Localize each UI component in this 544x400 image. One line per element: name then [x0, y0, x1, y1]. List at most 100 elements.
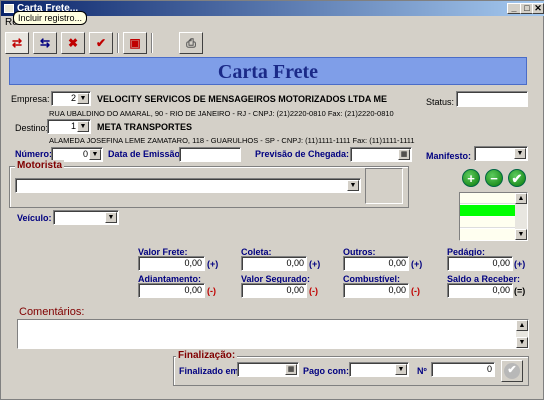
coleta-sign: (+) [309, 259, 321, 269]
scroll-up-icon[interactable]: ▲ [515, 193, 527, 204]
scroll-up-icon[interactable]: ▲ [516, 320, 528, 331]
adiantamento-sign: (-) [207, 286, 216, 296]
minimize-button[interactable]: _ [507, 3, 521, 14]
list-item-selected[interactable] [460, 205, 516, 216]
print-icon: ⎙ [186, 36, 196, 50]
scroll-down-icon[interactable]: ▼ [515, 229, 527, 240]
manifesto-label: Manifesto: [426, 151, 471, 161]
manifesto-select[interactable]: ▼ [474, 146, 528, 161]
saldo-sign: (=) [514, 286, 526, 296]
seguro-field[interactable]: 0,00 [241, 283, 307, 298]
comentarios-scrollbar[interactable]: ▲ ▼ [516, 320, 528, 348]
calculator-button[interactable]: ▣ [123, 32, 147, 54]
finalize-button[interactable]: ✔ [501, 360, 523, 382]
list-item[interactable] [460, 193, 516, 204]
window: Carta Frete... _ □ ✕ Re ⇄ ⇆ ✖ ✔ ▣ ⎙ Incl… [0, 0, 544, 400]
pago-select[interactable]: ▼ [349, 362, 409, 377]
motorista-photo [365, 168, 403, 204]
toolbar-separator [151, 33, 153, 53]
app-icon [4, 4, 14, 13]
destino-label: Destino: [15, 123, 49, 133]
include-button[interactable]: ⇄ [5, 32, 29, 54]
chevron-down-icon[interactable]: ▼ [105, 212, 117, 223]
comentarios-textarea[interactable]: ▲ ▼ [17, 319, 529, 349]
veiculo-select[interactable]: ▼ [53, 210, 119, 225]
coleta-field[interactable]: 0,00 [241, 256, 307, 271]
list-item[interactable] [460, 217, 516, 228]
outros-sign: (+) [411, 259, 423, 269]
pago-label: Pago com: [303, 366, 350, 376]
check-button[interactable]: ✔ [508, 169, 526, 187]
print-button[interactable]: ⎙ [179, 32, 203, 54]
destino-select[interactable]: 1 ▼ [47, 119, 91, 134]
status-field[interactable] [456, 91, 528, 107]
empresa-code: 2 [70, 93, 76, 103]
calculator-icon: ▣ [129, 36, 141, 50]
chevron-down-icon[interactable]: ▼ [89, 149, 101, 160]
n-label: Nº [417, 366, 427, 376]
chevron-down-icon[interactable]: ▼ [514, 148, 526, 159]
destino-name: META TRANSPORTES [97, 122, 193, 132]
empresa-name: VELOCITY SERVICOS DE MENSAGEIROS MOTORIZ… [97, 94, 388, 104]
chegada-field[interactable]: ▦ [350, 147, 412, 162]
emissao-field[interactable] [179, 147, 241, 162]
add-button[interactable]: + [462, 169, 480, 187]
edit-button[interactable]: ⇆ [33, 32, 57, 54]
destino-code: 1 [70, 121, 76, 131]
include-icon: ⇄ [11, 36, 23, 50]
plus-icon: + [467, 171, 475, 186]
empresa-address: RUA UBALDINO DO AMARAL, 90 - RIO DE JANE… [49, 109, 394, 118]
n-field[interactable]: 0 [431, 362, 495, 377]
list-item[interactable] [460, 229, 516, 240]
calendar-icon[interactable]: ▦ [285, 364, 297, 375]
combustivel-field[interactable]: 0,00 [343, 283, 409, 298]
numero-value: 0 [82, 149, 88, 159]
confirm-icon: ✔ [95, 36, 107, 50]
finalizado-field[interactable]: ▦ [237, 362, 299, 377]
emissao-label: Data de Emissão: [108, 149, 184, 159]
pedagio-field[interactable]: 0,00 [447, 256, 513, 271]
check-icon: ✔ [504, 363, 520, 379]
destino-address: ALAMEDA JOSEFINA LEME ZAMATARO, 118 - GU… [49, 136, 415, 145]
tooltip: Incluir registro... [13, 11, 88, 25]
list-scrollbar[interactable]: ▲ ▼ [515, 193, 527, 240]
finalizacao-title: Finalização: [176, 350, 238, 361]
scroll-down-icon[interactable]: ▼ [516, 337, 528, 348]
finalizado-label: Finalizado em: [179, 366, 242, 376]
chevron-down-icon[interactable]: ▼ [77, 121, 89, 132]
veiculo-label: Veículo: [17, 213, 52, 223]
frete-field[interactable]: 0,00 [138, 256, 205, 271]
item-list[interactable]: ▲ ▼ [459, 192, 528, 241]
calendar-icon[interactable]: ▦ [398, 149, 410, 160]
motorista-select[interactable]: ▼ [15, 178, 361, 193]
confirm-button[interactable]: ✔ [89, 32, 113, 54]
edit-icon: ⇆ [39, 36, 51, 50]
numero-label: Número: [15, 149, 53, 159]
chevron-down-icon[interactable]: ▼ [77, 93, 89, 104]
adiantamento-field[interactable]: 0,00 [138, 283, 205, 298]
banner: Carta Frete [9, 57, 527, 85]
page-title: Carta Frete [217, 61, 319, 83]
check-icon: ✔ [511, 171, 523, 186]
toolbar-separator [117, 33, 119, 53]
saldo-field[interactable]: 0,00 [447, 283, 513, 298]
delete-button[interactable]: ✖ [61, 32, 85, 54]
delete-icon: ✖ [67, 36, 79, 50]
status-label: Status: [426, 97, 455, 107]
combustivel-sign: (-) [411, 286, 420, 296]
chevron-down-icon[interactable]: ▼ [395, 364, 407, 375]
pedagio-sign: (+) [514, 259, 526, 269]
frete-sign: (+) [207, 259, 219, 269]
toolbar: ⇄ ⇆ ✖ ✔ ▣ ⎙ [1, 31, 544, 55]
chevron-down-icon[interactable]: ▼ [347, 180, 359, 191]
empresa-select[interactable]: 2 ▼ [51, 91, 91, 106]
outros-field[interactable]: 0,00 [343, 256, 409, 271]
remove-button[interactable]: − [485, 169, 503, 187]
minus-icon: − [490, 171, 498, 186]
motorista-label: Motorista [15, 160, 64, 171]
chegada-label: Previsão de Chegada: [255, 149, 350, 159]
seguro-sign: (-) [309, 286, 318, 296]
close-button[interactable]: ✕ [532, 3, 544, 14]
comentarios-label: Comentários: [19, 306, 85, 318]
empresa-label: Empresa: [11, 94, 50, 104]
